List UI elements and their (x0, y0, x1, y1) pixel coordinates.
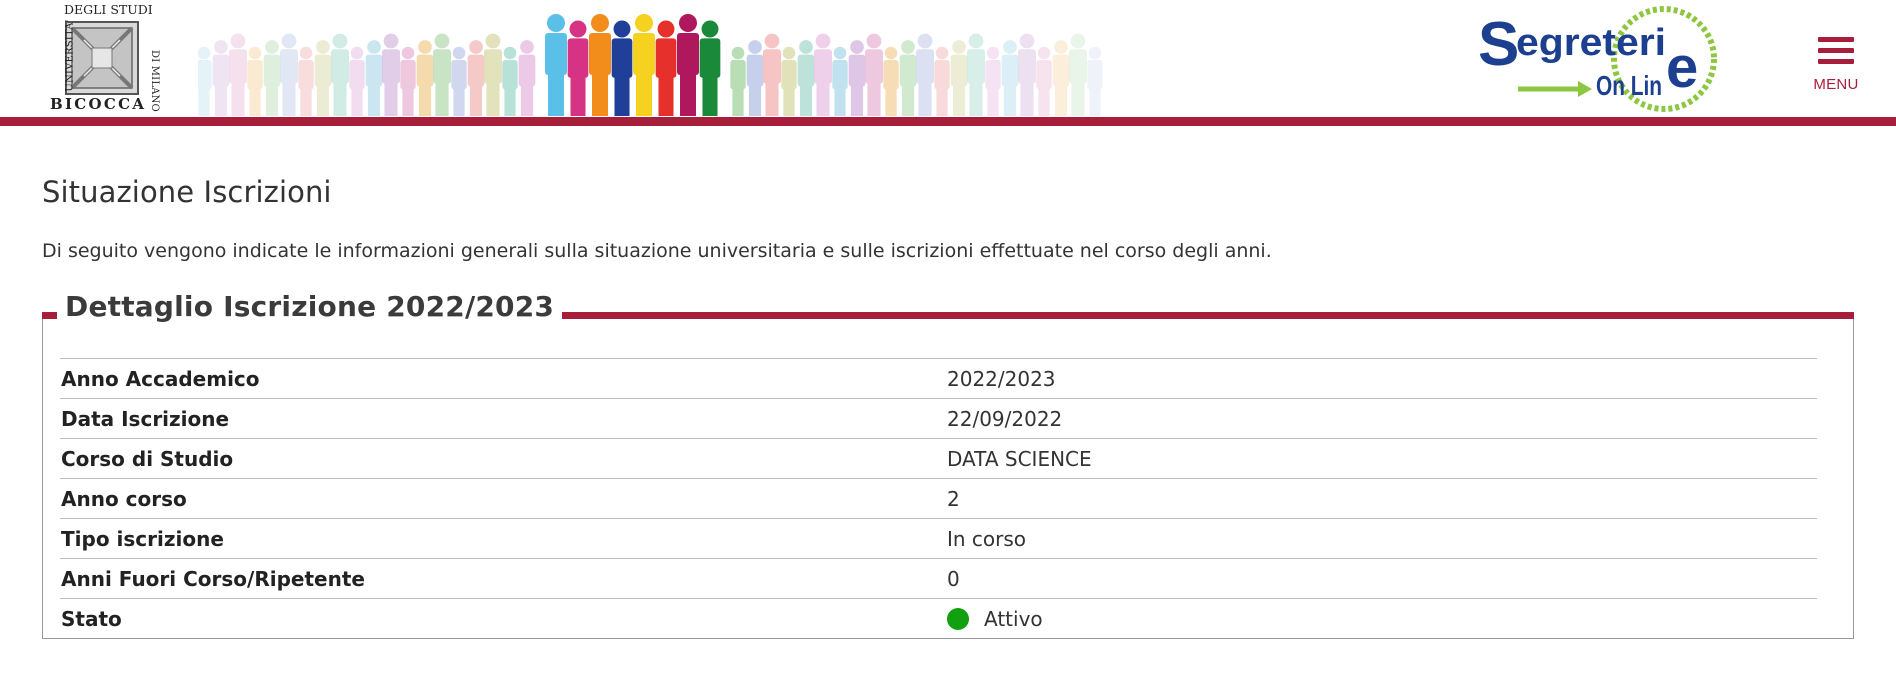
main-menu-button[interactable]: MENU (1806, 34, 1864, 96)
row-value: 22/09/2022 (947, 406, 1063, 431)
intro-text: Di seguito vengono indicate le informazi… (42, 240, 1272, 262)
logo-left-text: UNIVERSITA' (64, 19, 76, 92)
logo-bottom-text: BICOCCA (50, 95, 147, 113)
brand-word-bottom: On Lin (1596, 70, 1662, 101)
table-row: Anno corso 2 (60, 478, 1817, 519)
table-row: Data Iscrizione 22/09/2022 (60, 398, 1817, 439)
row-value: In corso (947, 526, 1027, 551)
crowd-banner-image (198, 14, 1103, 116)
hamburger-icon (1818, 37, 1854, 69)
row-label: Corso di Studio (61, 446, 234, 471)
row-label: Anni Fuori Corso/Ripetente (61, 566, 365, 591)
brand-final: e (1666, 35, 1698, 100)
row-label: Stato (61, 606, 122, 631)
row-label: Anno Accademico (61, 366, 260, 391)
row-value: 2022/2023 (947, 366, 1056, 391)
logo-top-text: DEGLI STUDI (64, 2, 153, 17)
row-value: DATA SCIENCE (947, 446, 1092, 471)
table-row: Corso di Studio DATA SCIENCE (60, 438, 1817, 479)
university-logo[interactable]: DEGLI STUDI UNIVERSITA' DI MILANO BICOCC… (48, 2, 160, 114)
table-row: Anni Fuori Corso/Ripetente 0 (60, 558, 1817, 599)
status-text: Attivo (984, 606, 1043, 631)
row-value: 0 (947, 566, 960, 591)
row-value: 2 (947, 486, 960, 511)
segreterie-online-logo[interactable]: S egreteri e On Lin (1476, 3, 1721, 115)
logo-right-text: DI MILANO (149, 50, 160, 112)
table-row: Anno Accademico 2022/2023 (60, 358, 1817, 399)
row-label: Tipo iscrizione (61, 526, 224, 551)
row-label: Anno corso (61, 486, 187, 511)
header-accent-bar (0, 117, 1896, 126)
row-value-status: Attivo (947, 599, 1817, 639)
table-row: Tipo iscrizione In corso (60, 518, 1817, 559)
page-title: Situazione Iscrizioni (42, 175, 332, 209)
status-active-icon (947, 608, 969, 630)
brand-word-top: egreteri (1516, 22, 1666, 64)
site-header: DEGLI STUDI UNIVERSITA' DI MILANO BICOCC… (0, 0, 1896, 117)
table-row: Stato Attivo (60, 598, 1817, 639)
brand-initial: S (1478, 10, 1519, 79)
menu-label: MENU (1813, 76, 1859, 93)
row-label: Data Iscrizione (61, 406, 230, 431)
enrollment-detail-table: Anno Accademico 2022/2023 Data Iscrizion… (60, 358, 1817, 639)
panel-legend: Dettaglio Iscrizione 2022/2023 (57, 290, 563, 323)
